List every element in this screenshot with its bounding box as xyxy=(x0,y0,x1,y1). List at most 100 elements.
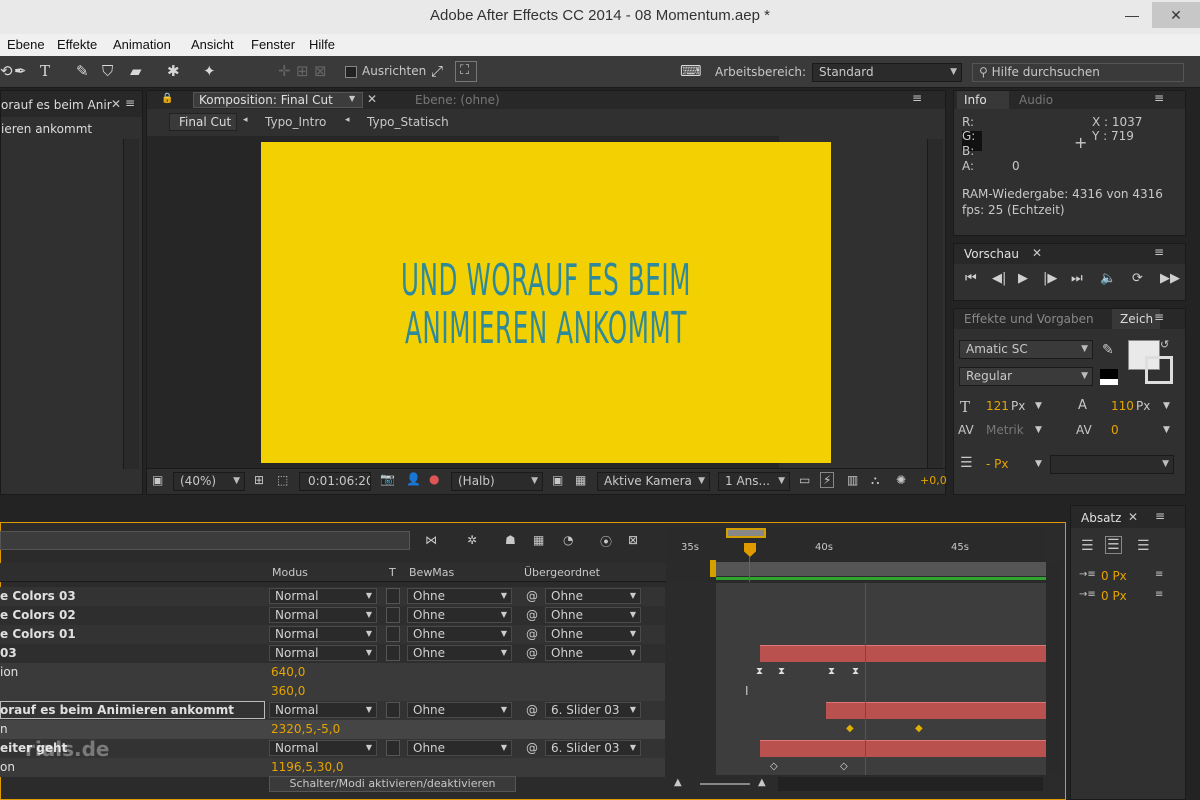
first-frame-icon[interactable]: ⏮ xyxy=(965,271,977,286)
panel-menu-icon[interactable]: ≡ xyxy=(1154,310,1164,324)
comp-scrollbar[interactable] xyxy=(927,139,943,469)
trkmat-select[interactable]: Ohne ▼ xyxy=(407,740,512,756)
panel-menu-icon[interactable]: ≡ xyxy=(1154,91,1164,105)
indent-left-value[interactable]: 0 Px xyxy=(1101,569,1127,583)
keyframe[interactable]: ◇ xyxy=(840,761,848,772)
audio-icon[interactable]: 🔈 xyxy=(1100,271,1116,286)
channel-icon[interactable]: ● xyxy=(429,472,439,486)
trkmat-select[interactable]: Ohne ▼ xyxy=(407,588,512,604)
next-frame-icon[interactable]: |▶ xyxy=(1043,271,1057,286)
loop-icon[interactable]: ⟳ xyxy=(1132,271,1143,286)
parent-select[interactable]: 6. Slider 03 ▼ xyxy=(545,702,641,718)
roto-brush-tool-icon[interactable]: ✱ xyxy=(167,62,180,80)
stroke-style-select[interactable]: ▼ xyxy=(1050,455,1174,474)
align-center-icon[interactable]: ☰ xyxy=(1105,536,1122,554)
flowchart-icon[interactable]: ⛬ xyxy=(871,473,879,488)
pickwhip-icon[interactable]: @ xyxy=(526,627,538,641)
pickwhip-icon[interactable]: @ xyxy=(526,589,538,603)
property-row[interactable]: 360,0 xyxy=(0,682,665,701)
layer-duration-bar[interactable] xyxy=(760,740,1046,757)
project-item[interactable]: ieren ankommt xyxy=(1,122,92,136)
first-line-indent-value[interactable]: 0 Px xyxy=(1101,589,1127,603)
chevron-down-icon[interactable]: ▼ xyxy=(1035,401,1042,411)
black-white-swatch[interactable] xyxy=(1100,369,1118,385)
mode-select[interactable]: Normal ▼ xyxy=(269,702,377,718)
font-size-value[interactable]: 121 xyxy=(986,399,1009,413)
snap-features-button[interactable]: ⛶ xyxy=(455,61,477,82)
property-value[interactable]: 1196,5,30,0 xyxy=(271,760,344,774)
text-tool-icon[interactable]: T xyxy=(40,62,50,80)
work-area-start-handle[interactable] xyxy=(710,560,716,577)
region-of-interest-icon[interactable]: ▣ xyxy=(552,473,563,487)
timeline-h-scrollbar[interactable] xyxy=(778,777,1043,791)
layer-duration-bar[interactable] xyxy=(760,645,1046,662)
preserve-transparency-checkbox[interactable] xyxy=(386,588,400,604)
exposure-value[interactable]: +0,0 xyxy=(920,474,947,487)
composition-tab[interactable]: Komposition: Final Cut xyxy=(199,93,333,107)
resolution-select[interactable]: (Halb) ▼ xyxy=(451,472,543,491)
tracking-value[interactable]: 0 xyxy=(1111,423,1119,437)
timeline-zoom-slider[interactable] xyxy=(700,783,750,785)
parent-select[interactable]: Ohne ▼ xyxy=(545,626,641,642)
toggle-switches-modes-button[interactable]: Schalter/Modi aktivieren/deaktivieren xyxy=(269,776,516,792)
motion-blur-icon[interactable]: ◔ xyxy=(563,533,573,547)
panel-menu-icon[interactable]: ≡ xyxy=(1154,245,1164,259)
font-style-select[interactable]: Regular ▼ xyxy=(959,367,1093,386)
timeline-icon[interactable]: ▥ xyxy=(847,473,858,487)
chevron-down-icon[interactable]: ▼ xyxy=(1035,459,1042,469)
timeline-v-scrollbar[interactable] xyxy=(1046,562,1062,774)
keyframe[interactable]: ◇ xyxy=(770,761,778,772)
preserve-transparency-checkbox[interactable] xyxy=(386,626,400,642)
chevron-down-icon[interactable]: ▼ xyxy=(1035,425,1042,435)
layer-row[interactable]: e Colors 03 Normal ▼ Ohne ▼ @ Ohne ▼ xyxy=(0,587,665,606)
preserve-transparency-checkbox[interactable] xyxy=(386,645,400,661)
show-snapshot-icon[interactable]: 👤 xyxy=(406,472,421,486)
font-family-select[interactable]: Amatic SC ▼ xyxy=(959,340,1093,359)
help-search-input[interactable]: ⚲ Hilfe durchsuchen xyxy=(972,63,1184,82)
clone-stamp-tool-icon[interactable]: ⛉ xyxy=(102,62,113,80)
close-icon[interactable]: ✕ xyxy=(1032,246,1042,260)
brainstorm-icon[interactable]: ⊠ xyxy=(628,533,638,547)
character-tab[interactable]: Zeich xyxy=(1120,312,1153,326)
pickwhip-icon[interactable]: @ xyxy=(526,646,538,660)
safe-margins-icon[interactable]: ⊞ xyxy=(254,473,264,487)
snap-edge-icon[interactable]: ⤢ xyxy=(431,62,443,80)
effects-presets-tab[interactable]: Effekte und Vorgaben xyxy=(964,312,1094,326)
trkmat-select[interactable]: Ohne ▼ xyxy=(407,702,512,718)
play-icon[interactable]: ▶ xyxy=(1018,271,1028,286)
close-icon[interactable]: ✕ xyxy=(1128,510,1138,524)
chevron-down-icon[interactable]: ▼ xyxy=(1163,425,1170,435)
pickwhip-icon[interactable]: @ xyxy=(526,703,538,717)
hide-shy-icon[interactable]: ☗ xyxy=(505,533,516,547)
close-icon[interactable]: ✕ xyxy=(111,97,121,111)
trkmat-select[interactable]: Ohne ▼ xyxy=(407,626,512,642)
minimize-button[interactable]: — xyxy=(1115,2,1149,28)
brush-tool-icon[interactable]: ✎ xyxy=(76,62,89,80)
property-value[interactable]: 2320,5,-5,0 xyxy=(271,722,340,736)
menu-animation[interactable]: Animation xyxy=(113,37,171,52)
keyframe[interactable]: ⧗ xyxy=(778,666,785,677)
always-preview-icon[interactable]: ▣ xyxy=(152,473,163,487)
layer-row[interactable]: e Colors 01 Normal ▼ Ohne ▼ @ Ohne ▼ xyxy=(0,625,665,644)
zoom-out-icon[interactable]: ▲ xyxy=(674,777,682,788)
composition-mini-flowchart-icon[interactable]: ⋈ xyxy=(425,533,437,547)
prev-frame-icon[interactable]: ◀| xyxy=(992,271,1006,286)
info-tab[interactable]: Info xyxy=(964,93,987,107)
keyframe[interactable]: ◆ xyxy=(915,723,923,734)
mask-visibility-icon[interactable]: ⬚ xyxy=(277,473,288,487)
project-scrollbar[interactable] xyxy=(123,139,139,469)
exposure-icon[interactable]: ✺ xyxy=(896,473,906,487)
property-value[interactable]: 360,0 xyxy=(271,684,305,698)
align-right-icon[interactable]: ☰ xyxy=(1137,538,1150,554)
parent-select[interactable]: Ohne ▼ xyxy=(545,645,641,661)
parent-select[interactable]: Ohne ▼ xyxy=(545,607,641,623)
timecode-field[interactable]: 0:01:06:20 xyxy=(299,472,371,491)
menu-hilfe[interactable]: Hilfe xyxy=(309,37,335,52)
keyframe[interactable]: ⧗ xyxy=(828,666,835,677)
graph-editor-icon[interactable]: ⦿ xyxy=(600,533,612,550)
preserve-transparency-checkbox[interactable] xyxy=(386,607,400,623)
trkmat-select[interactable]: Ohne ▼ xyxy=(407,607,512,623)
layer-row[interactable]: e Colors 02 Normal ▼ Ohne ▼ @ Ohne ▼ xyxy=(0,606,665,625)
mode-select[interactable]: Normal ▼ xyxy=(269,645,377,661)
keyframe[interactable]: ⧗ xyxy=(852,666,859,677)
